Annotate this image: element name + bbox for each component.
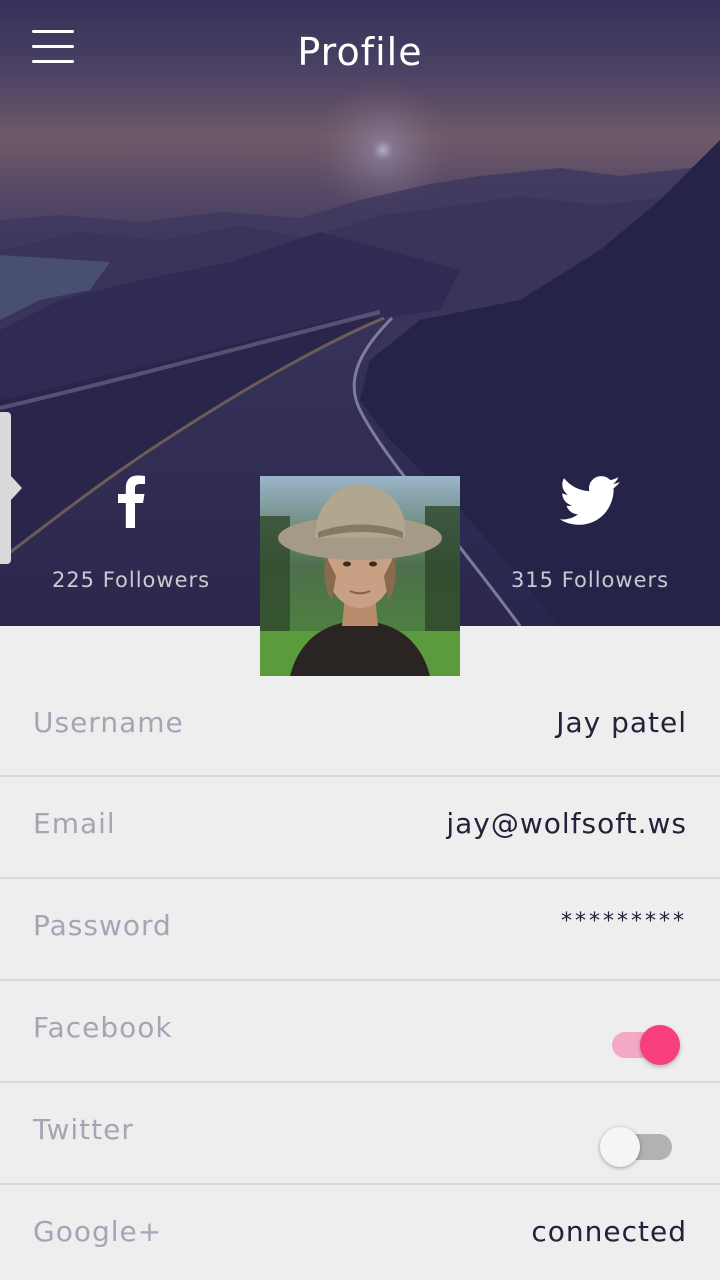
google-label: Google+ [33,1215,163,1248]
facebook-icon [118,475,145,528]
profile-details: Username Jay patel Email jay@wolfsoft.ws… [0,676,720,1280]
google-status: connected [531,1215,687,1248]
side-drawer-handle[interactable] [0,412,22,564]
password-value[interactable]: ********* [561,909,687,934]
twitter-row: Twitter [0,1083,720,1185]
email-label: Email [33,807,116,840]
password-label: Password [33,909,172,942]
password-row[interactable]: Password ********* [0,879,720,981]
avatar[interactable] [260,476,460,676]
twitter-followers: 315 Followers [510,568,670,592]
facebook-toggle[interactable] [612,1023,684,1067]
page-title: Profile [297,30,423,74]
email-value[interactable]: jay@wolfsoft.ws [446,807,687,840]
twitter-label: Twitter [33,1113,134,1146]
toggle-thumb [600,1127,640,1167]
profile-photo [260,476,460,676]
twitter-icon [559,476,620,525]
username-label: Username [33,706,184,739]
username-row[interactable]: Username Jay patel [0,676,720,777]
facebook-stats[interactable]: 225 Followers [11,470,251,592]
facebook-followers: 225 Followers [51,568,211,592]
profile-screen: Profile 225 Followers 315 Followers User… [0,0,720,1280]
toggle-thumb [640,1025,680,1065]
facebook-label: Facebook [33,1011,173,1044]
twitter-stats[interactable]: 315 Followers [470,470,710,592]
google-row[interactable]: Google+ connected [0,1185,720,1280]
email-row[interactable]: Email jay@wolfsoft.ws [0,777,720,879]
twitter-toggle[interactable] [600,1125,672,1169]
facebook-row: Facebook [0,981,720,1083]
username-value[interactable]: Jay patel [556,706,687,739]
